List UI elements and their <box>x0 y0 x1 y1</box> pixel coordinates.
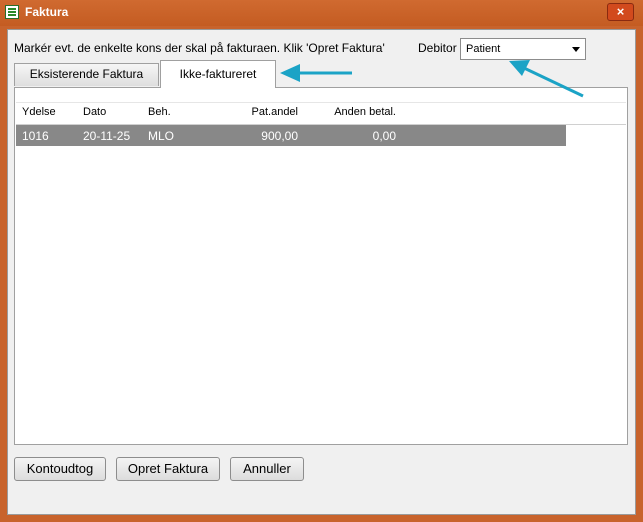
debitor-selected-value: Patient <box>466 43 501 55</box>
column-header-pat-andel[interactable]: Pat.andel <box>226 106 298 118</box>
close-button[interactable]: × <box>607 3 634 21</box>
column-header-dato[interactable]: Dato <box>83 106 106 118</box>
kontoudtog-button[interactable]: Kontoudtog <box>14 457 106 481</box>
table-row[interactable]: 1016 20-11-25 MLO 900,00 0,00 <box>16 125 566 146</box>
cell-dato: 20-11-25 <box>83 129 131 143</box>
cell-beh: MLO <box>148 129 175 143</box>
window-title: Faktura <box>25 5 69 19</box>
faktura-window: Faktura × Markér evt. de enkelte kons de… <box>0 0 643 522</box>
instruction-text: Markér evt. de enkelte kons der skal på … <box>14 41 385 55</box>
tab-eksisterende-faktura[interactable]: Eksisterende Faktura <box>14 63 159 86</box>
app-icon <box>5 5 19 19</box>
opret-faktura-button[interactable]: Opret Faktura <box>116 457 220 481</box>
column-header-ydelse[interactable]: Ydelse <box>22 106 56 118</box>
invoice-table-panel: Ydelse Dato Beh. Pat.andel Anden betal. … <box>14 87 628 445</box>
debitor-select[interactable]: Patient <box>460 38 586 60</box>
title-bar[interactable]: Faktura × <box>0 0 643 26</box>
tab-ikke-faktureret[interactable]: Ikke-faktureret <box>160 60 276 88</box>
annuller-button[interactable]: Annuller <box>230 457 304 481</box>
column-header-beh[interactable]: Beh. <box>148 106 171 118</box>
table-header: Ydelse Dato Beh. Pat.andel Anden betal. <box>16 102 626 125</box>
cell-anden-betal: 0,00 <box>372 129 396 143</box>
dialog-body: Markér evt. de enkelte kons der skal på … <box>7 29 636 515</box>
cell-ydelse: 1016 <box>22 129 49 143</box>
cell-pat-andel: 900,00 <box>261 129 298 143</box>
debitor-label: Debitor <box>418 41 457 55</box>
column-header-anden-betal[interactable]: Anden betal. <box>316 106 396 118</box>
dropdown-arrow-icon <box>572 47 580 52</box>
